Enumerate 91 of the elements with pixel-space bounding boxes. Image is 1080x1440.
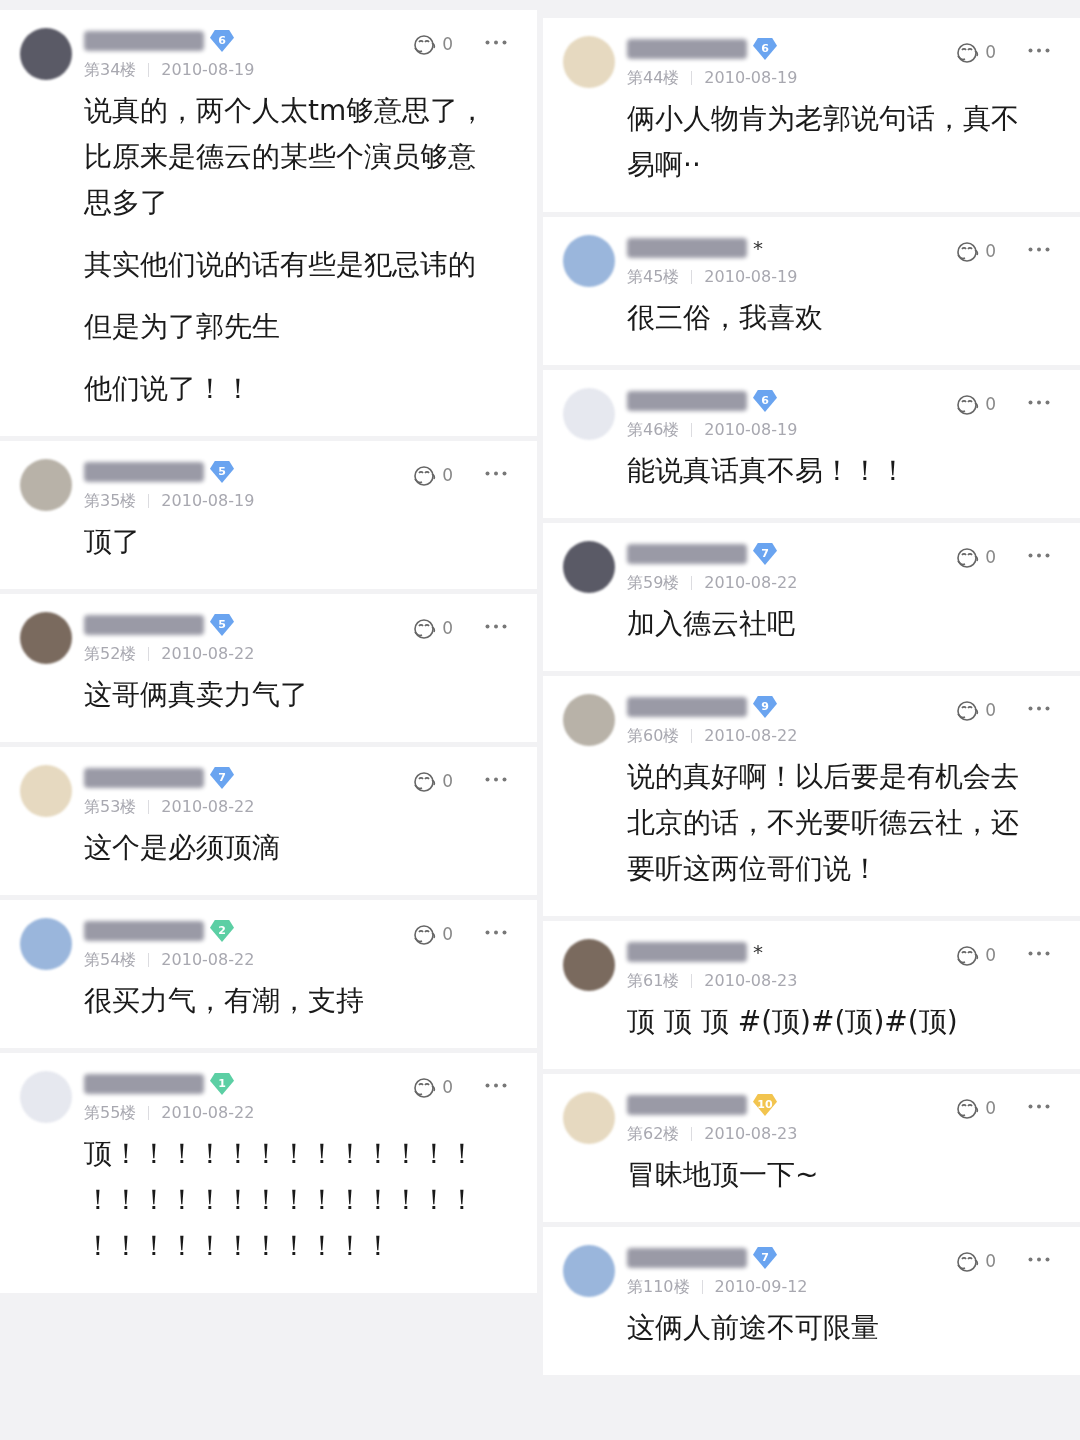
floor-number: 第46楼 [627,419,680,441]
level-badge: 9 [753,696,777,718]
level-badge: 6 [753,390,777,412]
floor-number: 第45楼 [627,266,680,288]
avatar[interactable] [20,28,72,80]
username-suffix: * [753,238,763,258]
level-badge: 7 [753,1247,777,1269]
comment-text: 这哥俩真卖力气了 [84,677,309,713]
floor-number: 第54楼 [84,949,137,971]
like-button[interactable]: 0 [955,1096,996,1122]
like-button[interactable]: 0 [955,545,996,571]
floor-number: 第44楼 [627,67,680,89]
avatar[interactable] [20,612,72,664]
post-date: 2010-08-19 [161,59,255,81]
post-date: 2010-08-22 [161,949,255,971]
level-badge: 5 [210,614,234,636]
more-icon [1028,48,1050,53]
floor-number: 第59楼 [627,572,680,594]
post-date: 2010-08-19 [704,419,798,441]
more-icon [1028,400,1050,405]
level-badge: 6 [753,38,777,60]
floor-number: 第34楼 [84,59,137,81]
more-icon [1028,247,1050,252]
comment-text: 很三俗，我喜欢 [627,300,824,336]
like-button[interactable]: 0 [955,943,996,969]
like-button[interactable]: 0 [412,32,453,58]
more-icon [485,471,507,476]
more-icon [485,1083,507,1088]
floor-number: 第62楼 [627,1123,680,1145]
post-date: 2010-08-22 [704,725,798,747]
floor-number: 第61楼 [627,970,680,992]
more-icon [485,40,507,45]
floor-number: 第110楼 [627,1276,690,1298]
comment-text: 冒昧地顶一下~ [627,1157,820,1193]
comment-text: 说真的，两个人太tm够意思了，比原来是德云的某些个演员够意思多了 [84,93,488,221]
more-icon [1028,706,1050,711]
like-button[interactable]: 0 [412,463,453,489]
post-date: 2010-08-19 [704,266,798,288]
like-button[interactable]: 0 [955,40,996,66]
floor-number: 第55楼 [84,1102,137,1124]
level-badge: 5 [210,461,234,483]
username-suffix: * [753,942,763,962]
comment-text: 这俩人前途不可限量 [627,1310,880,1346]
post-date: 2010-08-23 [704,1123,798,1145]
post-date: 2010-08-22 [704,572,798,594]
more-icon [1028,951,1050,956]
floor-number: 第35楼 [84,490,137,512]
comment-text: 说的真好啊！以后要是有机会去北京的话，不光要听德云社，还要听这两位哥们说！ [627,759,1020,887]
post-date: 2010-08-19 [704,67,798,89]
more-icon [485,624,507,629]
like-button[interactable]: 0 [412,769,453,795]
level-badge: 10 [753,1094,777,1116]
like-button[interactable]: 0 [955,239,996,265]
comment-text: 顶 顶 顶 #(顶)#(顶)#(顶) [627,1004,959,1040]
like-button[interactable]: 0 [955,698,996,724]
level-badge: 1 [210,1073,234,1095]
post-date: 2010-08-22 [161,796,255,818]
comment-text: 这个是必须顶滴 [84,830,281,866]
more-icon [485,930,507,935]
more-icon [1028,1104,1050,1109]
comment-text: 顶！！！！！！！！！！！！！！！！！！！！！！！！！！！！！！！！！！！！！！ [84,1136,477,1264]
floor-number: 第53楼 [84,796,137,818]
comment-text: 很买力气，有潮，支持 [84,983,365,1019]
level-badge: 6 [210,30,234,52]
avatar[interactable] [563,541,615,593]
comment-text: 加入德云社吧 [627,606,796,642]
comment-text: 但是为了郭先生 [84,309,281,345]
like-button[interactable]: 0 [955,392,996,418]
floor-number: 第60楼 [627,725,680,747]
post-date: 2010-08-19 [161,490,255,512]
comment-text: 他们说了！！ [84,371,253,407]
comment-text: 顶了 [84,524,141,560]
level-badge: 7 [753,543,777,565]
more-icon [1028,553,1050,558]
avatar[interactable] [563,939,615,991]
post-date: 2010-08-22 [161,643,255,665]
more-icon [485,777,507,782]
comment-text: 其实他们说的话有些是犯忌讳的 [84,247,477,283]
post-date: 2010-08-23 [704,970,798,992]
like-button[interactable]: 0 [412,1075,453,1101]
comment-text: 俩小人物肯为老郭说句话，真不易啊·· [627,101,1020,183]
like-button[interactable]: 0 [955,1249,996,1275]
comment-text: 能说真话真不易！！！ [627,453,908,489]
level-badge: 7 [210,767,234,789]
like-button[interactable]: 0 [412,922,453,948]
floor-number: 第52楼 [84,643,137,665]
post-date: 2010-09-12 [714,1276,808,1298]
level-badge: 2 [210,920,234,942]
post-date: 2010-08-22 [161,1102,255,1124]
more-icon [1028,1257,1050,1262]
like-button[interactable]: 0 [412,616,453,642]
